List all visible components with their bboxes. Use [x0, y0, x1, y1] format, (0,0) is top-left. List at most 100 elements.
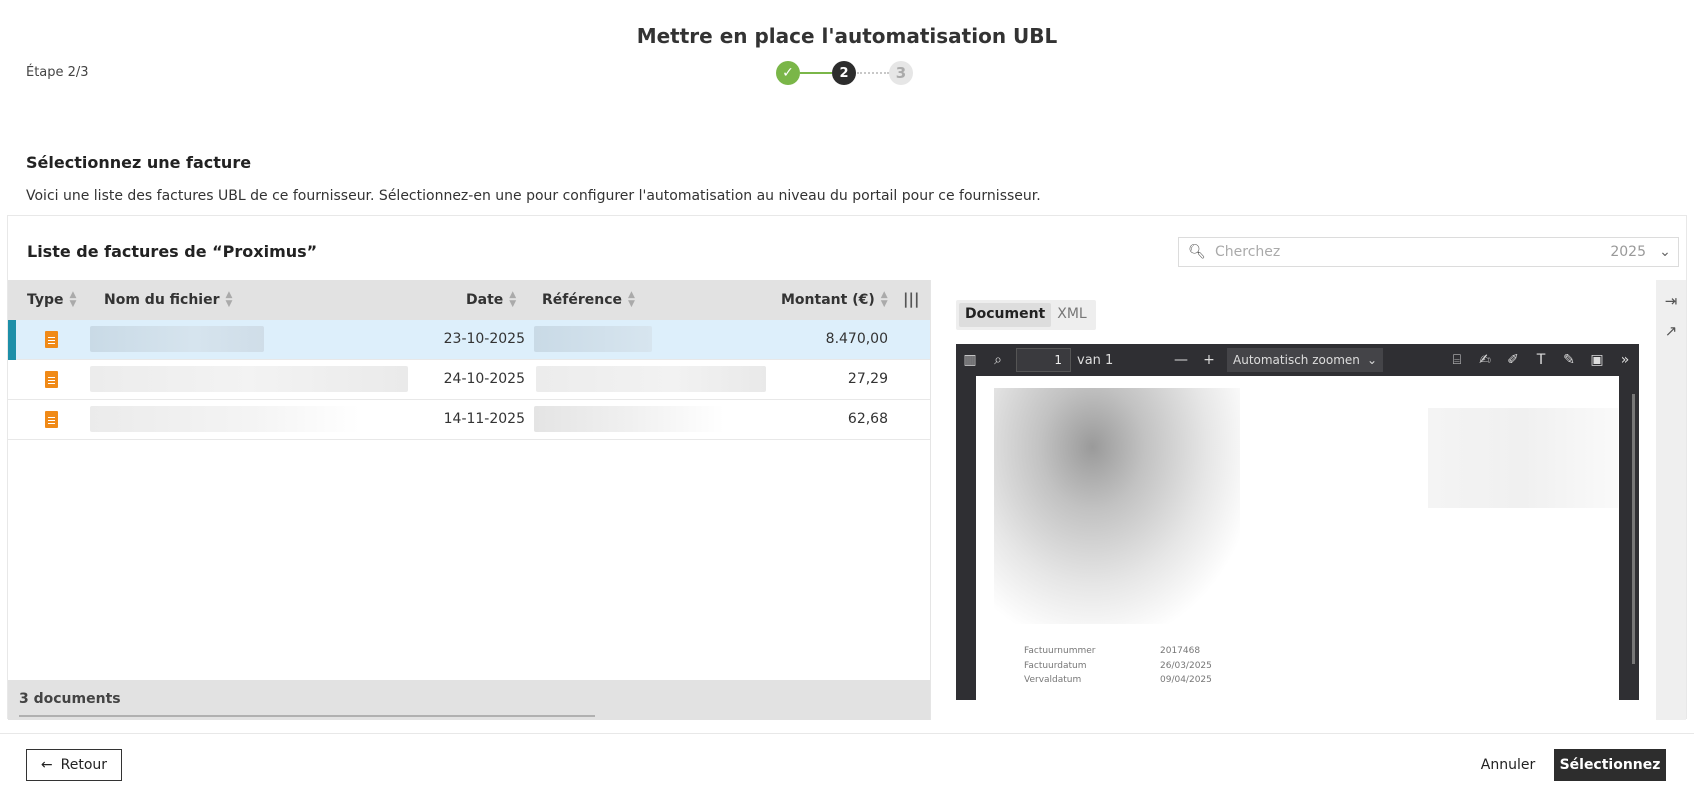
back-button[interactable]: ← Retour	[26, 749, 122, 781]
arrow-left-icon: ←	[40, 757, 53, 773]
file-icon	[45, 331, 58, 348]
meta-value: 2017468	[1160, 646, 1201, 656]
col-date-label: Date	[466, 292, 504, 308]
table-header: Type ▲ ▼ Nom du fichier ▲ ▼ Date ▲ ▼ Référence…	[8, 280, 930, 320]
sidebar-toggle-icon[interactable]: ▥	[956, 352, 984, 368]
file-icon	[45, 371, 58, 388]
col-amount-label: Montant (€)	[781, 292, 875, 308]
section-description: Voici une liste des factures UBL de ce f…	[26, 188, 1041, 204]
tab-document[interactable]: Document	[959, 303, 1052, 327]
meta-value: 09/04/2025	[1160, 675, 1212, 685]
preview-tabs: Document XML	[956, 300, 1096, 330]
open-external-icon[interactable]: ↗	[1656, 322, 1686, 340]
sort-icon: ▲ ▼	[509, 290, 516, 309]
comment-icon[interactable]: ⌸	[1443, 352, 1471, 368]
search-bar: 🔍︎ 2025 ⌄	[1178, 237, 1679, 267]
col-type[interactable]: Type ▲ ▼	[27, 290, 77, 309]
table-row[interactable]: 23-10-2025 8.470,00	[8, 320, 930, 360]
sort-icon: ▲ ▼	[880, 290, 888, 309]
footer-divider	[0, 733, 1694, 734]
search-icon[interactable]: ⌕	[984, 352, 1012, 368]
stepper-line	[800, 72, 832, 74]
invoice-meta: Factuurnummer 2017468 Factuurdatum 26/03/2…	[1024, 644, 1212, 688]
list-title: Liste de factures de “Proximus”	[27, 242, 318, 261]
step-next: 3	[889, 61, 913, 85]
text-icon[interactable]: T	[1527, 352, 1555, 368]
sort-icon: ▲ ▼	[628, 290, 635, 309]
page-count: van 1	[1077, 352, 1114, 368]
file-icon	[45, 411, 58, 428]
filename-redacted	[90, 326, 264, 352]
check-icon: ✓	[776, 61, 800, 85]
sort-icon: ▲ ▼	[225, 290, 233, 309]
meta-value: 26/03/2025	[1160, 660, 1212, 671]
meta-key: Factuurdatum	[1024, 660, 1087, 671]
cancel-button[interactable]: Annuler	[1466, 749, 1550, 781]
columns-icon[interactable]: |||	[903, 290, 919, 308]
zoom-select[interactable]: Automatisch zoomen ⌄	[1227, 348, 1383, 372]
cell-date: 24-10-2025	[443, 371, 525, 387]
table-footer: 3 documents	[8, 680, 930, 720]
table-row[interactable]: 24-10-2025 27,29	[8, 360, 930, 400]
pdf-toolbar: ▥ ⌕ 1 van 1 — + Automatisch zoomen ⌄ ⌸ ✍ …	[956, 344, 1639, 376]
logo-redacted	[994, 388, 1240, 624]
col-amount[interactable]: Montant (€) ▲ ▼	[781, 290, 888, 309]
document-count: 3 documents	[19, 691, 121, 707]
address-redacted	[1428, 408, 1618, 508]
col-reference-label: Référence	[542, 292, 623, 308]
meta-row: Factuurdatum 26/03/2025	[1024, 659, 1212, 674]
stepper-dots	[857, 72, 889, 74]
vertical-scrollbar[interactable]	[1632, 394, 1635, 664]
select-button[interactable]: Sélectionnez	[1554, 749, 1666, 781]
highlight-icon[interactable]: ✐	[1499, 352, 1527, 368]
horizontal-scrollbar[interactable]	[19, 715, 595, 717]
table-row[interactable]: 14-11-2025 62,68	[8, 400, 930, 440]
meta-row: Vervaldatum 09/04/2025	[1024, 673, 1212, 688]
invoice-panel: Liste de factures de “Proximus” 🔍︎ 2025 …	[7, 215, 1687, 720]
col-date[interactable]: Date ▲ ▼	[466, 290, 516, 309]
reference-redacted	[534, 326, 652, 352]
preview-sidebar: ⇥ ↗	[1656, 280, 1686, 720]
invoice-table: Type ▲ ▼ Nom du fichier ▲ ▼ Date ▲ ▼ Référence…	[8, 280, 931, 720]
collapse-panel-icon[interactable]: ⇥	[1656, 292, 1686, 310]
preview-pane: Document XML ▥ ⌕ 1 van 1 — + Automatisch…	[938, 280, 1658, 720]
pdf-page: Factuurnummer 2017468 Factuurdatum 26/03/2…	[976, 376, 1619, 700]
page-title: Mettre en place l'automatisation UBL	[636, 24, 1058, 48]
search-icon: 🔍︎	[1188, 244, 1206, 260]
cell-date: 23-10-2025	[443, 331, 525, 347]
col-reference[interactable]: Référence ▲ ▼	[542, 290, 635, 309]
filename-redacted	[90, 406, 360, 432]
cell-amount: 62,68	[847, 411, 888, 427]
search-input[interactable]	[1215, 244, 1611, 260]
stepper: ✓ 2 3	[776, 61, 914, 85]
chevron-down-icon[interactable]: ⌄	[1652, 244, 1678, 260]
section-title: Sélectionnez une facture	[26, 153, 252, 172]
draw-icon[interactable]: ✎	[1555, 352, 1583, 368]
filename-redacted	[90, 366, 408, 392]
pdf-viewer: ▥ ⌕ 1 van 1 — + Automatisch zoomen ⌄ ⌸ ✍ …	[956, 344, 1639, 700]
cell-date: 14-11-2025	[443, 411, 525, 427]
signature-icon[interactable]: ✍	[1471, 352, 1499, 368]
more-tools-icon[interactable]: »	[1611, 352, 1639, 368]
chevron-down-icon: ⌄	[1366, 353, 1377, 367]
col-filename[interactable]: Nom du fichier ▲ ▼	[104, 290, 233, 309]
zoom-out-icon[interactable]: —	[1167, 352, 1195, 368]
sort-icon: ▲ ▼	[69, 290, 77, 309]
col-filename-label: Nom du fichier	[104, 292, 220, 308]
reference-redacted	[536, 366, 766, 392]
meta-key: Factuurnummer	[1024, 646, 1096, 656]
meta-key: Vervaldatum	[1024, 675, 1082, 685]
cell-amount: 8.470,00	[825, 331, 888, 347]
meta-row: Factuurnummer 2017468	[1024, 644, 1212, 659]
selection-accent	[8, 320, 16, 360]
page-number-input[interactable]: 1	[1016, 348, 1071, 372]
tab-xml[interactable]: XML	[1051, 303, 1092, 327]
col-type-label: Type	[27, 292, 64, 308]
cell-amount: 27,29	[847, 371, 888, 387]
zoom-in-icon[interactable]: +	[1195, 352, 1223, 368]
year-select[interactable]: 2025	[1610, 244, 1652, 260]
image-icon[interactable]: ▣	[1583, 352, 1611, 368]
step-current: 2	[832, 61, 856, 85]
back-button-label: Retour	[60, 757, 108, 773]
zoom-label: Automatisch zoomen	[1233, 353, 1360, 367]
